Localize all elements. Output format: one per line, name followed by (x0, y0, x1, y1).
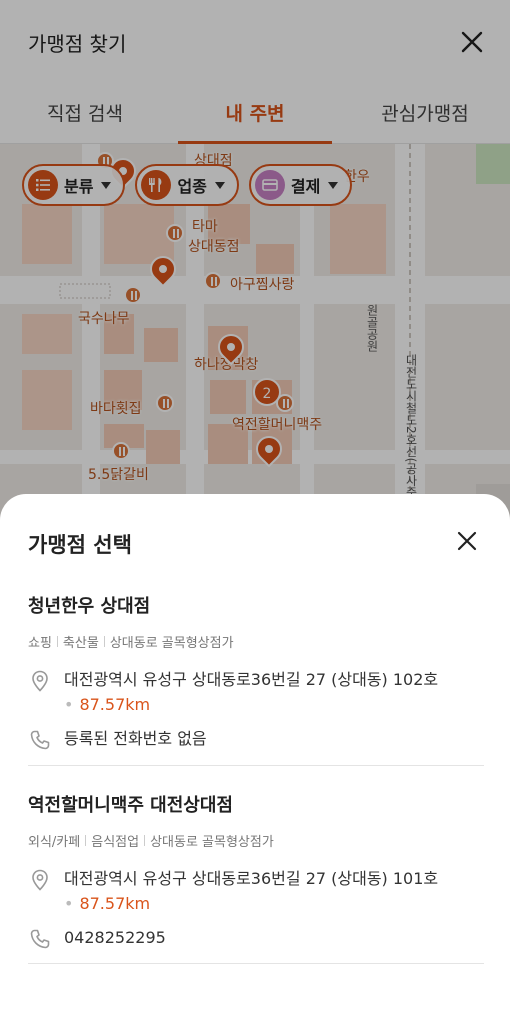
store-tags: 외식/카페 음식점업 상대동로 골목형상점가 (28, 831, 484, 850)
phone-icon (30, 929, 50, 949)
store-tag: 외식/카페 (28, 835, 81, 850)
store-phone: 등록된 전화번호 없음 (64, 729, 207, 748)
sheet-title: 가맹점 선택 (28, 533, 132, 557)
location-pin-icon (32, 869, 48, 891)
divider (28, 765, 484, 766)
store-select-sheet: 가맹점 선택 청년한우 상대점 쇼핑 축산물 상대동로 골목형상점가 대전광역시… (0, 494, 510, 1024)
store-address: 대전광역시 유성구 상대동로36번길 27 (상대동) 102호 (64, 670, 439, 689)
store-distance: 87.57km (79, 894, 151, 913)
store-tag: 축산물 (62, 636, 99, 651)
store-phone: 0428252295 (64, 928, 166, 947)
modal-backdrop[interactable] (0, 0, 510, 524)
store-item[interactable]: 역전할머니맥주 대전상대점 외식/카페 음식점업 상대동로 골목형상점가 대전광… (28, 791, 484, 951)
store-tag: 음식점업 (91, 835, 140, 850)
location-pin-icon (32, 670, 48, 692)
store-distance: 87.57km (79, 695, 151, 714)
store-tag: 쇼핑 (28, 636, 52, 651)
store-tags: 쇼핑 축산물 상대동로 골목형상점가 (28, 632, 484, 651)
divider (28, 963, 484, 964)
store-name: 청년한우 상대점 (28, 596, 151, 617)
phone-icon (30, 730, 50, 750)
store-address: 대전광역시 유성구 상대동로36번길 27 (상대동) 101호 (64, 869, 439, 888)
store-tag: 상대동로 골목형상점가 (109, 636, 234, 651)
store-item[interactable]: 청년한우 상대점 쇼핑 축산물 상대동로 골목형상점가 대전광역시 유성구 상대… (28, 592, 484, 752)
store-tag: 상대동로 골목형상점가 (150, 835, 274, 850)
store-name: 역전할머니맥주 대전상대점 (28, 795, 233, 816)
close-icon[interactable] (452, 526, 482, 556)
